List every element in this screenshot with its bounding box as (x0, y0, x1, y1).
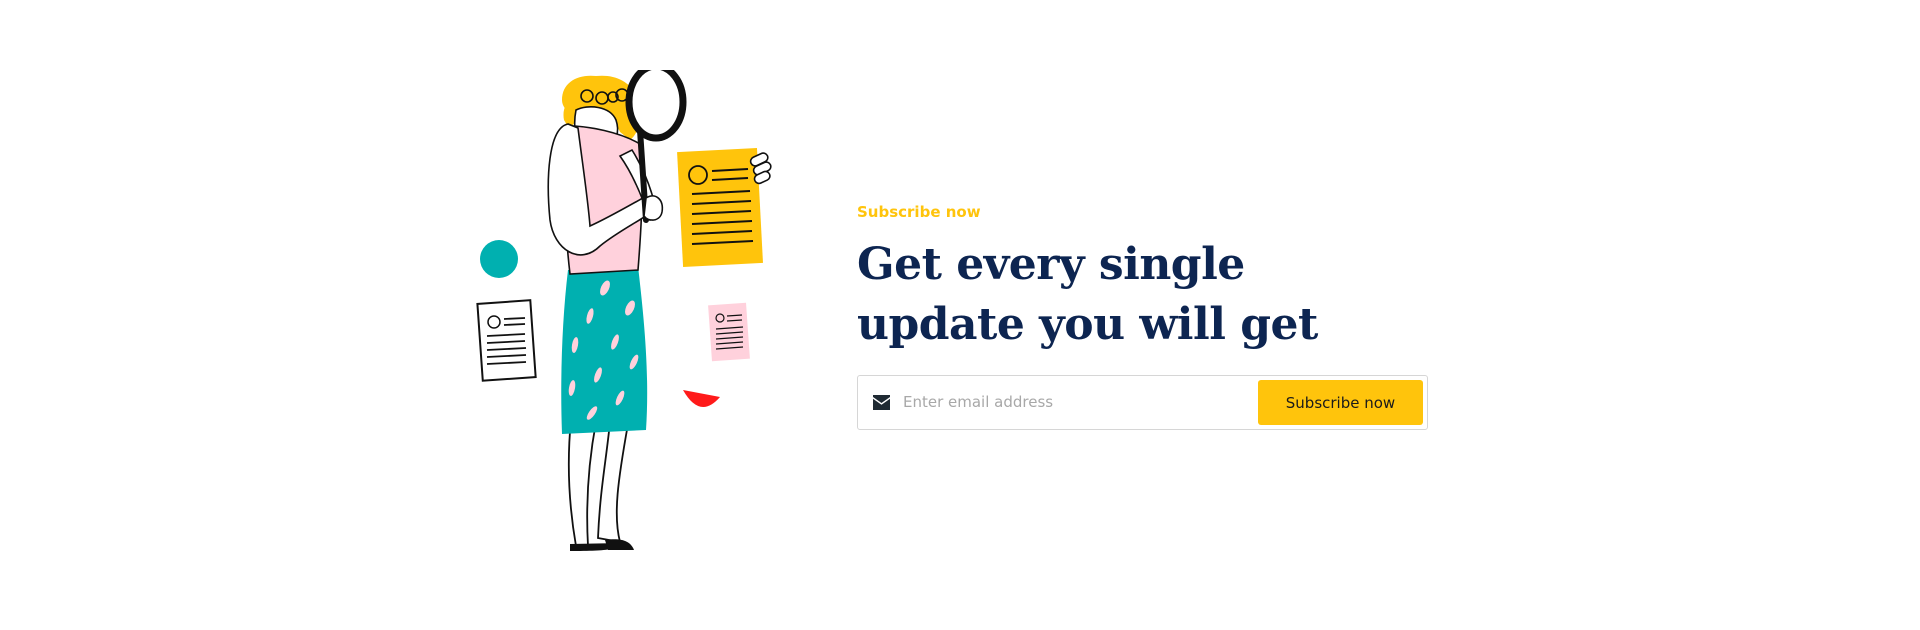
newsletter-section: Subscribe now Get every single update yo… (0, 0, 1920, 630)
yellow-document (677, 147, 763, 268)
subscribe-content: Subscribe now Get every single update yo… (857, 203, 1437, 430)
email-input[interactable] (903, 382, 1248, 422)
red-halfmoon-decoration (683, 390, 720, 407)
teal-dot-decoration (480, 240, 518, 278)
pink-document-decoration (708, 302, 750, 362)
subscribe-eyebrow: Subscribe now (857, 203, 981, 221)
woman-with-magnifier-illustration (476, 70, 772, 551)
subscribe-button[interactable]: Subscribe now (1258, 380, 1423, 425)
envelope-icon (873, 395, 890, 410)
document-outline-decoration (476, 299, 537, 382)
subscribe-form: Subscribe now (857, 375, 1428, 430)
legs (567, 419, 630, 547)
headline: Get every single update you will get (857, 239, 1318, 350)
